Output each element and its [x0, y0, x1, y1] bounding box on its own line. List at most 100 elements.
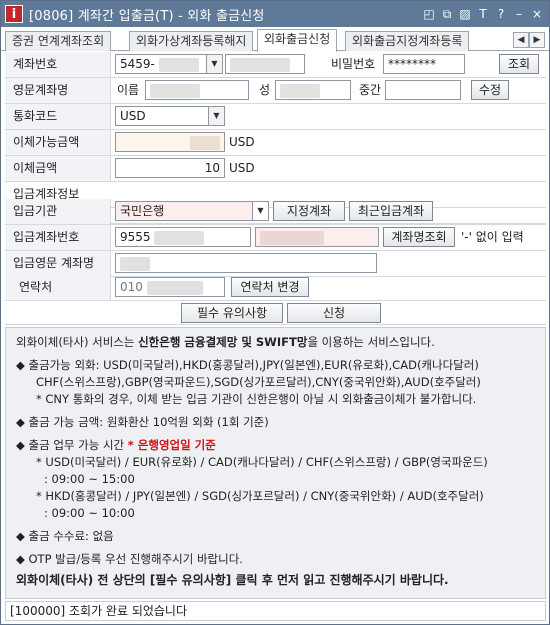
tab-fx-withdrawal[interactable]: 외화출금신청 — [257, 29, 338, 52]
hours-basis: * 은행영업일 기준 — [127, 438, 216, 452]
window-controls: ◰ ⧉ ▨ T ? – × — [421, 5, 549, 23]
currency-value: USD — [120, 109, 146, 123]
layout-icon[interactable]: ◰ — [421, 5, 437, 23]
deposit-english-name-field[interactable] — [115, 253, 377, 273]
last-name-input[interactable] — [275, 80, 351, 100]
middle-name-input[interactable] — [385, 80, 461, 100]
bank-label: 입금기관 — [5, 199, 111, 224]
available-amount-row: 이체가능금액 USD — [5, 130, 546, 156]
notice-group2-time: : 09:00 ~ 10:00 — [44, 506, 135, 520]
account-name-field — [225, 54, 305, 74]
tab-designated-account[interactable]: 외화출금지정계좌등록 — [345, 31, 470, 51]
account-value: 5459- — [120, 57, 155, 71]
account-holder-field — [255, 227, 379, 247]
masked-value — [120, 256, 150, 271]
contact-value: 010 — [120, 280, 143, 294]
tab-next-icon[interactable]: ▶ — [529, 32, 545, 48]
english-name-row: 영문계좌명 이름 성 중간 수정 — [5, 78, 546, 104]
notice-final: 외화이체(타사) 전 상단의 [필수 유의사항] 클릭 후 먼저 읽고 진행해주… — [16, 573, 449, 587]
hours-label: ◆ 출금 업무 가능 시간 — [16, 438, 128, 452]
input-hint: '-' 없이 입력 — [461, 230, 524, 244]
intro-text: 외화이체(타사) 서비스는 — [16, 335, 139, 349]
masked-value — [230, 57, 290, 72]
middle-name-label: 중간 — [359, 83, 382, 97]
first-name-input[interactable] — [145, 80, 249, 100]
masked-value — [280, 83, 320, 98]
contact-field: 010 — [115, 277, 225, 297]
notice-currencies-2: CHF(스위스프랑),GBP(영국파운드),SGD(싱가포르달러),CNY(중국… — [36, 375, 481, 389]
notice-limit: ◆ 출금 가능 금액: 원화환산 10억원 외화 (1회 기준) — [16, 415, 269, 429]
deposit-english-name-label: 입금영문 계좌명 — [5, 251, 111, 276]
notice-group1-time: : 09:00 ~ 15:00 — [44, 472, 135, 486]
bank-value: 국민은행 — [120, 204, 165, 218]
masked-value — [260, 230, 324, 245]
password-label: 비밀번호 — [331, 57, 376, 71]
masked-value — [154, 230, 205, 245]
deposit-english-name-row: 입금영문 계좌명 — [5, 251, 546, 277]
print-icon[interactable]: ▨ — [457, 5, 473, 23]
app-icon: i — [5, 5, 23, 23]
account-select[interactable]: 5459- ▼ — [115, 54, 223, 74]
chevron-down-icon[interactable]: ▼ — [208, 107, 224, 125]
currency-row: 통화코드 USD ▼ — [5, 104, 546, 130]
notice-panel: 외화이체(타사) 서비스는 신한은행 금융결제망 및 SWIFT망을 이용하는 … — [5, 327, 546, 599]
tab-scroll: ◀ ▶ — [513, 32, 545, 48]
notice-button[interactable]: 필수 유의사항 — [181, 303, 283, 323]
minimize-icon[interactable]: – — [511, 5, 527, 23]
status-bar: [100000] 조회가 완료 되었습니다 — [5, 601, 546, 621]
notice-hours: ◆ 출금 업무 가능 시간 * 은행영업일 기준 — [16, 437, 535, 454]
contact-label: 연락처 — [5, 275, 111, 300]
first-name-label: 이름 — [117, 83, 140, 97]
password-input[interactable]: ******** — [383, 54, 465, 74]
transfer-amount-unit: USD — [229, 161, 255, 175]
masked-value — [146, 280, 203, 295]
masked-value — [158, 57, 199, 72]
notice-intro: 외화이체(타사) 서비스는 신한은행 금융결제망 및 SWIFT망을 이용하는 … — [16, 334, 535, 351]
available-amount-label: 이체가능금액 — [5, 130, 111, 155]
deposit-account-input[interactable]: 9555 — [115, 227, 251, 247]
transfer-amount-input[interactable]: 10 — [115, 158, 225, 178]
window-title: [0806] 계좌간 입출금(T) - 외화 출금신청 — [29, 8, 265, 24]
bank-row-content: 입금기관 국민은행 ▼ 지정계좌 최근입금계좌 — [5, 199, 546, 225]
tab-prev-icon[interactable]: ◀ — [513, 32, 529, 48]
notice-otp: ◆ OTP 발급/등록 우선 진행해주시기 바랍니다. — [16, 552, 243, 566]
notice-group1: * USD(미국달러) / EUR(유로화) / CAD(캐나다달러) / CH… — [36, 455, 488, 469]
designated-account-button[interactable]: 지정계좌 — [273, 201, 345, 221]
intro-network: 신한은행 금융결제망 및 SWIFT망 — [138, 335, 308, 349]
transfer-amount-row: 이체금액 10 USD — [5, 156, 546, 182]
contact-row: 연락처 010 연락처 변경 — [5, 275, 546, 301]
tab-virtual-account[interactable]: 외화가상계좌등록해지 — [129, 31, 254, 51]
change-contact-button[interactable]: 연락처 변경 — [231, 277, 309, 297]
query-button[interactable]: 조회 — [499, 54, 539, 74]
deposit-account-label: 입금계좌번호 — [5, 225, 111, 250]
chevron-down-icon[interactable]: ▼ — [252, 202, 268, 220]
notice-cny: * CNY 통화의 경우, 이체 받는 입금 기관이 신한은행이 아닐 시 외화… — [36, 392, 477, 406]
edit-name-button[interactable]: 수정 — [471, 80, 509, 100]
copy-window-icon[interactable]: ⧉ — [439, 5, 455, 23]
intro-text-end: 을 이용하는 서비스입니다. — [307, 335, 435, 349]
notice-currencies: ◆ 출금가능 외화: USD(미국달러),HKD(홍콩달러),JPY(일본엔),… — [16, 358, 479, 372]
recent-account-button[interactable]: 최근입금계좌 — [349, 201, 433, 221]
account-label: 계좌번호 — [5, 52, 111, 77]
help-icon[interactable]: ? — [493, 5, 509, 23]
apply-button[interactable]: 신청 — [287, 303, 381, 323]
chevron-down-icon[interactable]: ▼ — [206, 55, 222, 73]
masked-value — [150, 83, 200, 98]
currency-select[interactable]: USD ▼ — [115, 106, 225, 126]
tab-bar: 증권 연계계좌조회 외화가상계좌등록해지 외화출금신청 외화출금지정계좌등록 ◀… — [1, 29, 549, 52]
bank-select[interactable]: 국민은행 ▼ — [115, 201, 269, 221]
deposit-account-value: 9555 — [120, 230, 151, 244]
notice-fee: ◆ 출금 수수료: 없음 — [16, 529, 114, 543]
currency-label: 통화코드 — [5, 104, 111, 129]
tab-securities-linked[interactable]: 증권 연계계좌조회 — [5, 31, 112, 51]
last-name-label: 성 — [259, 83, 271, 97]
account-name-query-button[interactable]: 계좌명조회 — [383, 227, 455, 247]
deposit-account-row: 입금계좌번호 9555 계좌명조회 '-' 없이 입력 — [5, 225, 546, 251]
english-name-label: 영문계좌명 — [5, 78, 111, 103]
action-bar: 필수 유의사항 신청 — [5, 301, 546, 325]
font-size-icon[interactable]: T — [475, 5, 491, 23]
account-row: 계좌번호 5459- ▼ 비밀번호 ******** 조회 — [5, 52, 546, 78]
transfer-amount-label: 이체금액 — [5, 156, 111, 181]
available-amount-field — [115, 132, 225, 152]
close-icon[interactable]: × — [529, 5, 545, 23]
